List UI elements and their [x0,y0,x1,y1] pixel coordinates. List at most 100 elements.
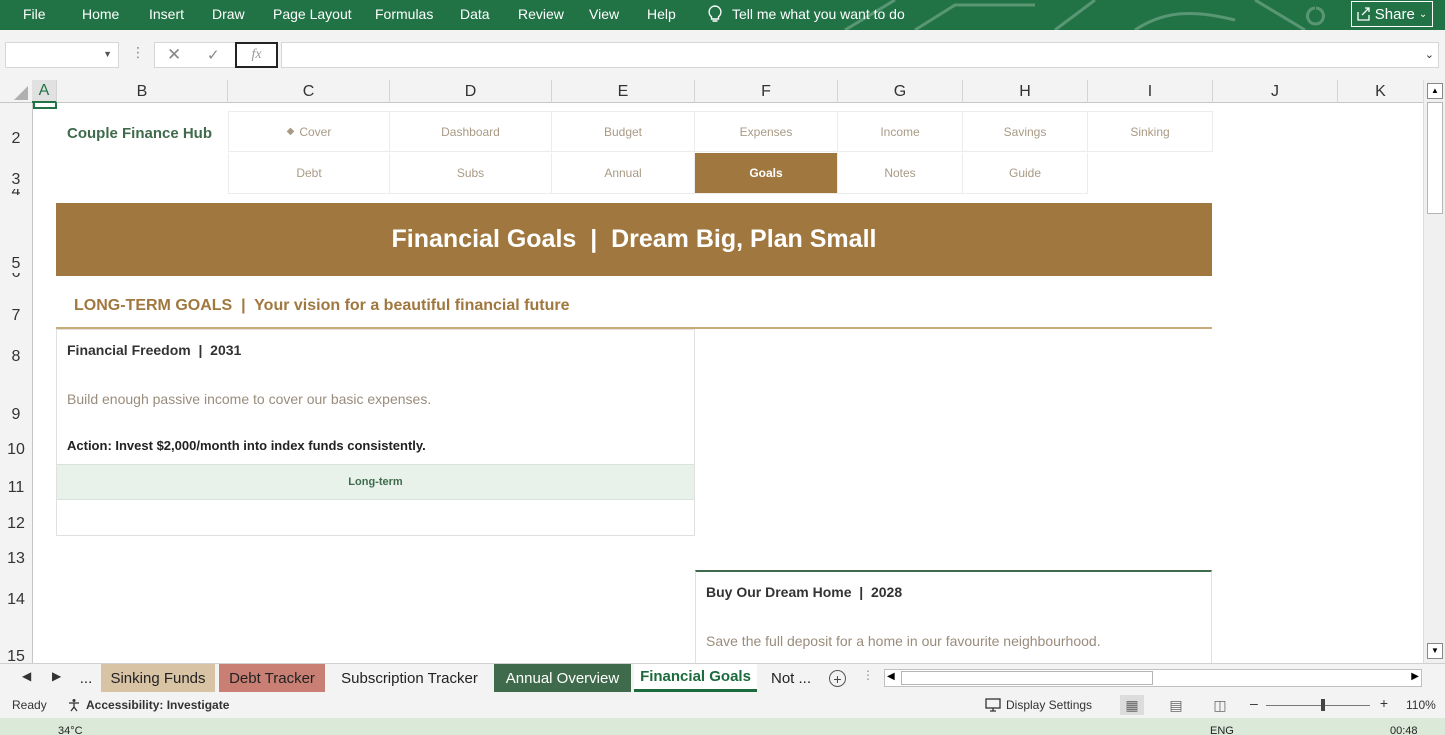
col-header-j[interactable]: J [1213,80,1338,103]
row-header-12[interactable]: 12 [0,515,32,533]
sheet-tab-bar: ◀ ▶ ... Sinking Funds Debt Tracker Subsc… [0,663,1445,692]
sheet-tab-financial-goals[interactable]: Financial Goals [634,664,757,692]
monitor-icon [985,698,1001,712]
nav-sinking[interactable]: Sinking [1088,111,1213,152]
nav-expenses[interactable]: Expenses [695,111,838,152]
row-header-13[interactable]: 13 [0,550,32,568]
col-header-a[interactable]: A [32,80,57,103]
row-header-10[interactable]: 10 [0,441,32,459]
next-sheet-icon[interactable]: ▶ [52,669,61,683]
scroll-thumb[interactable] [1427,102,1443,214]
scroll-up-icon[interactable]: ▲ [1427,83,1443,99]
tab-page-layout[interactable]: Page Layout [273,6,352,22]
sheet-tab-subscription-tracker[interactable]: Subscription Tracker [329,664,490,692]
col-header-i[interactable]: I [1088,80,1213,103]
zoom-out-icon[interactable]: – [1250,695,1258,711]
col-header-k[interactable]: K [1338,80,1423,103]
row-header-4[interactable]: 4 [0,189,32,195]
col-header-c[interactable]: C [228,80,390,103]
tab-view[interactable]: View [589,6,619,22]
more-sheets-left[interactable]: ... [72,664,100,692]
dropdown-caret-icon[interactable]: ▼ [103,49,112,59]
nav-savings[interactable]: Savings [963,111,1088,152]
share-button[interactable]: Share ⌄ [1351,1,1433,27]
prev-sheet-icon[interactable]: ◀ [22,669,31,683]
goal-card-dream-home: Buy Our Dream Home | 2028 Save the full … [695,570,1212,663]
horizontal-scrollbar[interactable]: ◀ ▶ [884,669,1422,687]
row-header-9[interactable]: 9 [0,406,32,424]
row-header-11[interactable]: 11 [0,479,32,497]
nav-budget[interactable]: Budget [552,111,695,152]
row-header-6[interactable]: 6 [0,273,32,280]
row-header-14[interactable]: 14 [0,591,32,609]
scroll-down-icon[interactable]: ▼ [1427,643,1443,659]
col-header-g[interactable]: G [838,80,963,103]
nav-goals[interactable]: Goals [695,153,838,194]
cancel-icon[interactable]: ✕ [167,45,181,65]
tab-formulas[interactable]: Formulas [375,6,433,22]
hscroll-thumb[interactable] [901,671,1153,685]
tab-draw[interactable]: Draw [212,6,245,22]
row-header-5[interactable]: 5 [0,255,32,273]
sheet-tab-sinking-funds[interactable]: Sinking Funds [101,664,215,692]
formula-input[interactable]: ⌄ [281,42,1439,68]
zoom-slider[interactable]: – + [1250,695,1390,713]
row-header: 2 3 4 5 6 7 8 9 10 11 12 13 14 15 [0,103,33,663]
display-settings-button[interactable]: Display Settings [985,698,1092,712]
col-header-d[interactable]: D [390,80,552,103]
insert-function-button[interactable]: fx [235,42,278,68]
zoom-level[interactable]: 110% [1406,698,1436,712]
sheet-tab-debt-tracker[interactable]: Debt Tracker [219,664,325,692]
page-layout-view-icon[interactable]: ▤ [1164,695,1188,715]
nav-dashboard[interactable]: Dashboard [390,111,552,152]
tell-me-search[interactable]: Tell me what you want to do [708,5,905,23]
sheet-tab-notes[interactable]: Not ... [762,664,820,692]
sheet-tab-annual-overview[interactable]: Annual Overview [494,664,631,692]
row-header-8[interactable]: 8 [0,348,32,366]
nav-subs[interactable]: Subs [390,153,552,194]
nav-cover[interactable]: ◆ Cover [228,111,390,152]
language-indicator[interactable]: ENG [1210,725,1234,735]
vertical-scrollbar[interactable]: ▲ ▼ [1423,80,1445,663]
name-box[interactable]: ▼ [5,42,119,68]
nav-income[interactable]: Income [838,111,963,152]
goal-card-financial-freedom: Financial Freedom | 2031 Build enough pa… [56,329,695,536]
windows-taskbar: 34°C ENG 00:48 [0,718,1445,735]
clock[interactable]: 00:48 [1390,725,1418,735]
page-break-view-icon[interactable]: ◫ [1208,695,1232,715]
scroll-right-icon[interactable]: ▶ [1411,671,1419,682]
nav-notes[interactable]: Notes [838,153,963,194]
normal-view-icon[interactable]: ▦ [1120,695,1144,715]
accessibility-status[interactable]: Accessibility: Investigate [67,698,229,712]
select-all-button[interactable] [0,80,32,103]
zoom-in-icon[interactable]: + [1380,695,1388,711]
tab-file[interactable]: File [23,6,46,22]
row-header-15[interactable]: 15 [0,648,32,663]
col-header-h[interactable]: H [963,80,1088,103]
worksheet-area[interactable]: Couple Finance Hub ◆ Cover Dashboard Budg… [33,103,1423,663]
tab-review[interactable]: Review [518,6,564,22]
row-header-7[interactable]: 7 [0,307,32,325]
selected-cell-a1[interactable] [33,103,57,109]
add-sheet-icon[interactable]: + [829,670,846,687]
tab-help[interactable]: Help [647,6,676,22]
nav-guide[interactable]: Guide [963,153,1088,194]
row-header-3[interactable]: 3 [0,171,32,189]
enter-check-icon[interactable]: ✓ [207,46,220,64]
weather-temp[interactable]: 34°C [58,725,83,735]
expand-formula-bar-icon[interactable]: ⌄ [1425,48,1434,61]
ribbon-tab-bar: File Home Insert Draw Page Layout Formul… [0,0,1445,30]
nav-debt[interactable]: Debt [228,153,390,194]
tab-insert[interactable]: Insert [149,6,184,22]
nav-annual[interactable]: Annual [552,153,695,194]
tab-data[interactable]: Data [460,6,490,22]
row-header-2[interactable]: 2 [0,130,32,148]
scroll-left-icon[interactable]: ◀ [887,671,895,682]
col-header-f[interactable]: F [695,80,838,103]
drag-handle-icon[interactable]: ⋮ [131,44,145,61]
tab-splitter-icon[interactable]: ⋮ [862,668,874,682]
col-header-b[interactable]: B [57,80,228,103]
tab-home[interactable]: Home [82,6,119,22]
zoom-knob[interactable] [1321,699,1325,711]
col-header-e[interactable]: E [552,80,695,103]
